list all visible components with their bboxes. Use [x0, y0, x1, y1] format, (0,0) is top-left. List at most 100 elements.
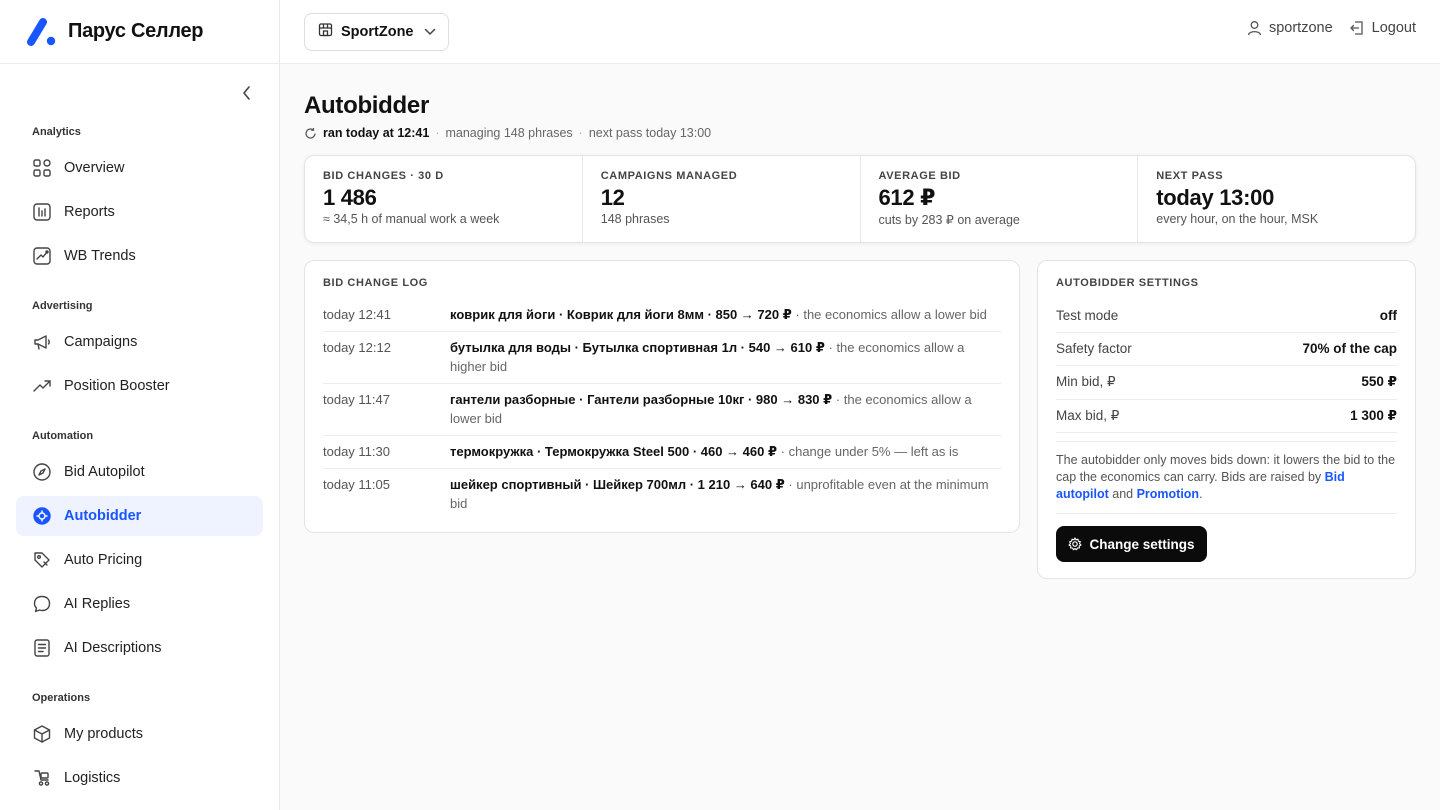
- sidebar-item-position-booster[interactable]: Position Booster: [16, 366, 263, 406]
- user-icon: [1247, 21, 1262, 36]
- logout-label: Logout: [1371, 20, 1416, 36]
- sidebar-item-label: WB Trends: [64, 248, 136, 264]
- log-row: today 12:12 бутылка для воды · Бутылка сп…: [323, 332, 1001, 384]
- document-icon: [32, 638, 52, 658]
- setting-value: 70% of the cap: [1302, 341, 1397, 357]
- stat-card: NEXT PASS today 13:00 every hour, on the h…: [1138, 156, 1415, 242]
- main-content: Autobidder ran today at 12:41 · managing…: [304, 64, 1416, 579]
- log-description: термокружка · Термокружка Steel 500 · 46…: [450, 442, 1001, 461]
- sidebar-item-label: AI Replies: [64, 596, 131, 612]
- sidebar-item-bid-autopilot[interactable]: Bid Autopilot: [16, 452, 263, 492]
- stat-subtext: cuts by 283 ₽ on average: [878, 213, 1020, 227]
- setting-key: Test mode: [1056, 307, 1119, 323]
- sidebar-item-label: Autobidder: [64, 508, 142, 524]
- sidebar-item-ai-descriptions[interactable]: AI Descriptions: [16, 628, 263, 668]
- setting-value: off: [1379, 307, 1397, 323]
- logout-button[interactable]: Logout: [1349, 20, 1416, 36]
- chevron-left-icon: [243, 86, 250, 100]
- stat-subtext: every hour, on the hour, MSK: [1156, 212, 1319, 226]
- promotion-link[interactable]: Promotion: [1137, 487, 1200, 501]
- stat-card: AVERAGE BID 612 ₽ cuts by 283 ₽ on average: [861, 156, 1139, 242]
- sidebar-item-label: Auto Pricing: [64, 552, 143, 568]
- stat-value: 612 ₽: [878, 185, 936, 210]
- sidebar-item-label: Reports: [64, 204, 115, 220]
- trend-chart-icon: [32, 246, 52, 266]
- next-pass: next pass today 13:00: [588, 126, 712, 140]
- sidebar-item-label: My products: [64, 726, 143, 742]
- change-settings-button[interactable]: Change settings: [1056, 526, 1207, 562]
- sidebar-item-logistics[interactable]: Logistics: [16, 758, 263, 798]
- stat-label: NEXT PASS: [1156, 170, 1224, 182]
- sidebar-item-campaigns[interactable]: Campaigns: [16, 322, 263, 362]
- setting-value: 550 ₽: [1361, 374, 1397, 390]
- user-menu[interactable]: sportzone: [1247, 20, 1333, 36]
- gear-icon: [1068, 537, 1083, 551]
- sidebar-item-label: Logistics: [64, 770, 121, 786]
- grid-icon: [32, 158, 52, 178]
- log-change: коврик для йоги · Коврик для йоги 8мм · …: [450, 307, 792, 322]
- brand-logo-icon: [24, 17, 58, 47]
- log-change: термокружка · Термокружка Steel 500 · 46…: [450, 444, 778, 459]
- store-name: SportZone: [341, 24, 414, 40]
- stat-label: AVERAGE BID: [878, 170, 961, 182]
- settings-note: The autobidder only moves bids down: it …: [1056, 441, 1397, 514]
- log-time: today 11:30: [323, 444, 390, 459]
- top-bar: SportZone sportzone Logout: [280, 0, 1440, 64]
- log-row: today 11:30 термокружка · Термокружка Ste…: [323, 436, 1001, 469]
- sidebar-item-auto-pricing[interactable]: Auto Pricing: [16, 540, 263, 580]
- settings-row: Max bid, ₽ 1 300 ₽: [1056, 400, 1397, 433]
- nav-group-title: Operations: [32, 692, 91, 704]
- log-change: шейкер спортивный · Шейкер 700мл · 1 210…: [450, 477, 785, 492]
- settings-list: Test mode off Safety factor 70% of the cap M…: [1056, 299, 1397, 433]
- collapse-sidebar-button[interactable]: [236, 82, 258, 104]
- log-description: гантели разборные · Гантели разборные 10…: [450, 390, 1001, 428]
- stat-value: today 13:00: [1156, 185, 1275, 210]
- sidebar-item-autobidder[interactable]: Autobidder: [16, 496, 263, 536]
- autobidder-icon: [32, 506, 52, 526]
- log-description: шейкер спортивный · Шейкер 700мл · 1 210…: [450, 475, 1001, 513]
- log-list: today 12:41 коврик для йоги · Коврик для …: [323, 299, 1001, 520]
- chevron-down-icon: [424, 23, 436, 41]
- stat-value: 1 486: [323, 185, 377, 210]
- sidebar-item-wb-trends[interactable]: WB Trends: [16, 236, 263, 276]
- sidebar-item-product-costs[interactable]: Product Costs: [16, 802, 263, 810]
- brand-logo[interactable]: Парус Селлер: [0, 0, 279, 64]
- stat-subtext: ≈ 34,5 h of manual work a week: [323, 212, 500, 226]
- log-row: today 12:41 коврик для йоги · Коврик для …: [323, 299, 1001, 332]
- setting-value: 1 300 ₽: [1350, 407, 1397, 423]
- sidebar-item-my-products[interactable]: My products: [16, 714, 263, 754]
- refresh-icon: [305, 127, 316, 139]
- box-icon: [32, 724, 52, 744]
- settings-row: Min bid, ₽ 550 ₽: [1056, 366, 1397, 400]
- nav-group-title: Advertising: [32, 300, 93, 312]
- brand-name: Парус Селлер: [68, 20, 204, 42]
- stat-card: CAMPAIGNS MANAGED 12 148 phrases: [583, 156, 861, 242]
- log-time: today 12:41: [323, 307, 391, 322]
- nav-group-title: Automation: [32, 430, 94, 442]
- bid-change-log: BID CHANGE LOG today 12:41 коврик для йог…: [304, 260, 1020, 533]
- log-time: today 12:12: [323, 340, 391, 355]
- nav-group-title: Analytics: [32, 126, 81, 138]
- log-reason: · the economics allow a lower bid: [791, 307, 987, 322]
- compass-icon: [32, 462, 52, 482]
- log-time: today 11:05: [323, 477, 390, 492]
- stat-label: BID CHANGES · 30 D: [323, 170, 444, 182]
- stat-label: CAMPAIGNS MANAGED: [600, 170, 738, 182]
- log-row: today 11:05 шейкер спортивный · Шейкер 70…: [323, 469, 1001, 520]
- log-change: бутылка для воды · Бутылка спортивная 1л…: [450, 340, 825, 355]
- log-description: коврик для йоги · Коврик для йоги 8мм · …: [450, 305, 1001, 324]
- autobidder-settings: AUTOBIDDER SETTINGS Test mode off Safety f…: [1037, 260, 1416, 579]
- setting-key: Min bid, ₽: [1056, 374, 1116, 390]
- log-title: BID CHANGE LOG: [323, 277, 428, 289]
- log-time: today 11:47: [323, 392, 390, 407]
- sidebar-nav: Analytics Overview Reports WB Trends Adverti…: [16, 118, 263, 810]
- log-row: today 11:47 гантели разборные · Гантели р…: [323, 384, 1001, 436]
- sidebar-item-ai-replies[interactable]: AI Replies: [16, 584, 263, 624]
- page-title: Autobidder: [304, 92, 429, 119]
- sidebar-item-overview[interactable]: Overview: [16, 148, 263, 188]
- store-selector[interactable]: SportZone: [304, 13, 449, 51]
- sidebar-item-reports[interactable]: Reports: [16, 192, 263, 232]
- log-reason: · change under 5% — left as is: [777, 444, 959, 459]
- price-tag-icon: [32, 550, 52, 570]
- setting-key: Safety factor: [1056, 341, 1132, 357]
